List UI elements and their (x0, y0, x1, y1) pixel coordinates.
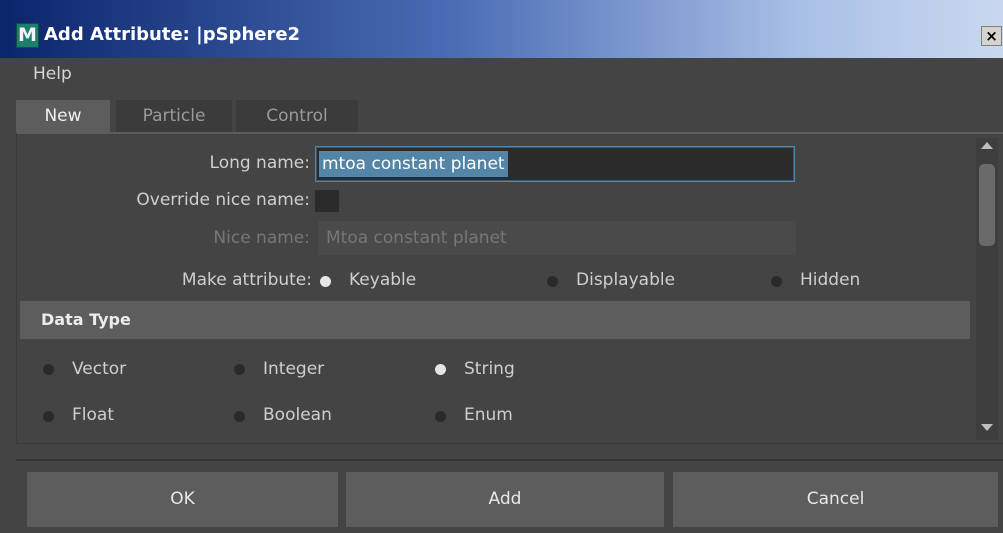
scrollbar-thumb[interactable] (979, 164, 995, 246)
long-name-label: Long name: (209, 153, 310, 173)
add-button[interactable]: Add (346, 472, 664, 527)
data-type-heading: Data Type (41, 310, 131, 329)
radio-string[interactable] (435, 364, 446, 375)
long-name-value: mtoa constant planet (319, 151, 508, 177)
window-title: Add Attribute: |pSphere2 (44, 24, 301, 45)
divider (16, 459, 1003, 461)
radio-integer-label: Integer (263, 359, 325, 379)
panel-scrollbar[interactable] (976, 138, 998, 440)
radio-string-label: String (464, 359, 515, 379)
override-nice-name-checkbox[interactable] (315, 190, 339, 212)
radio-keyable[interactable] (320, 276, 331, 287)
override-nice-name-label: Override nice name: (136, 190, 310, 210)
make-attribute-label: Make attribute: (181, 270, 312, 290)
radio-vector[interactable] (43, 364, 54, 375)
arrow-up-icon[interactable] (981, 142, 993, 149)
radio-vector-label: Vector (72, 359, 127, 379)
nice-name-input[interactable]: Mtoa constant planet (318, 221, 796, 255)
cancel-button[interactable]: Cancel (673, 472, 998, 527)
radio-displayable[interactable] (547, 276, 558, 287)
data-type-header[interactable]: Data Type (20, 301, 970, 339)
menu-help[interactable]: Help (33, 64, 72, 84)
nice-name-value: Mtoa constant planet (326, 228, 507, 248)
radio-keyable-label: Keyable (349, 270, 417, 290)
long-name-input[interactable]: mtoa constant planet (315, 146, 795, 182)
radio-hidden[interactable] (771, 276, 782, 287)
radio-displayable-label: Displayable (576, 270, 676, 290)
tab-particle[interactable]: Particle (116, 100, 232, 132)
title-bar: M Add Attribute: |pSphere2 × (0, 0, 1003, 58)
maya-icon: M (16, 23, 39, 48)
radio-float[interactable] (43, 411, 54, 422)
ok-button[interactable]: OK (27, 472, 338, 527)
menu-bar: Help (0, 58, 1003, 92)
radio-integer[interactable] (234, 364, 245, 375)
radio-boolean-label: Boolean (263, 405, 332, 425)
tab-control[interactable]: Control (236, 100, 358, 132)
arrow-down-icon[interactable] (981, 424, 993, 431)
nice-name-label: Nice name: (213, 228, 310, 248)
radio-enum-label: Enum (464, 405, 513, 425)
radio-enum[interactable] (435, 411, 446, 422)
radio-hidden-label: Hidden (800, 270, 861, 290)
tab-new[interactable]: New (16, 100, 110, 132)
radio-float-label: Float (72, 405, 114, 425)
close-icon[interactable]: × (981, 26, 1002, 46)
radio-boolean[interactable] (234, 411, 245, 422)
